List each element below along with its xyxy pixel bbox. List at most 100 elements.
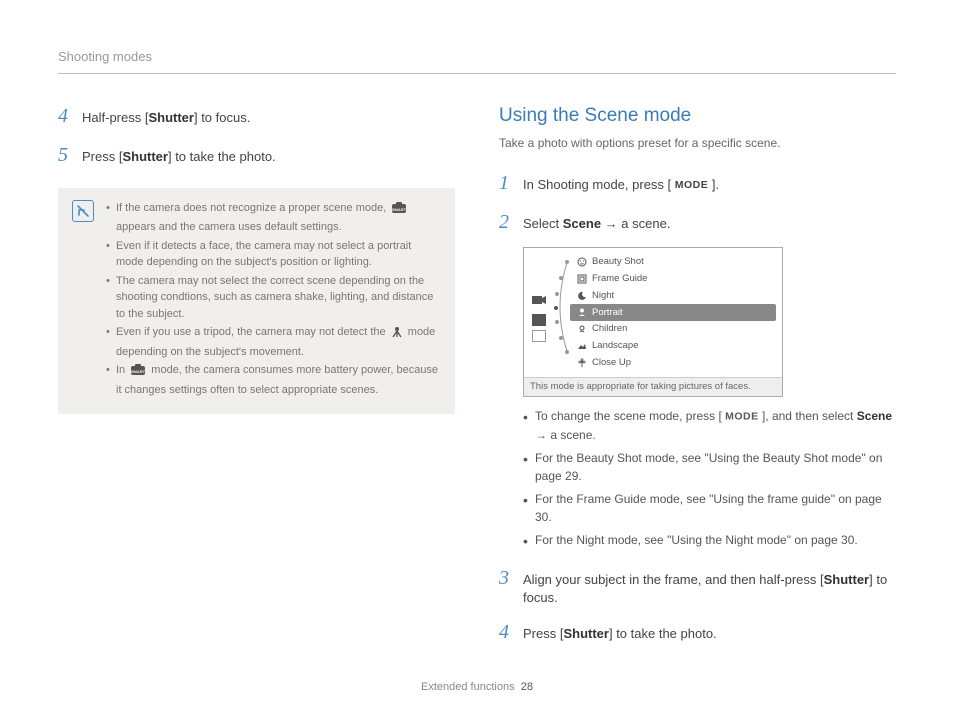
bold-text: Shutter bbox=[148, 110, 194, 125]
text: Press [ bbox=[82, 149, 122, 164]
text: To change the scene mode, press [ bbox=[535, 409, 725, 423]
portrait-icon bbox=[576, 307, 587, 318]
note-icon bbox=[72, 200, 94, 222]
tripod-icon bbox=[391, 326, 403, 344]
note-item: Even if you use a tripod, the camera may… bbox=[106, 324, 441, 360]
step-text: Press [Shutter] to take the photo. bbox=[82, 146, 276, 167]
scene-item-night: Night bbox=[570, 287, 776, 304]
footer-label: Extended functions bbox=[421, 681, 515, 693]
tips-list: To change the scene mode, press [ MODE ]… bbox=[523, 407, 896, 549]
scene-label: Portrait bbox=[592, 306, 623, 320]
face-icon bbox=[576, 257, 587, 268]
note-icon-wrap bbox=[72, 200, 94, 401]
note-item: In SMART mode, the camera consumes more … bbox=[106, 362, 441, 398]
scene-item-frame-guide: Frame Guide bbox=[570, 271, 776, 288]
bold-text: Scene bbox=[857, 409, 892, 423]
text: → a scene. bbox=[601, 216, 670, 231]
frame-icon bbox=[576, 273, 587, 284]
right-column: Using the Scene mode Take a photo with o… bbox=[499, 102, 896, 657]
text: appears and the camera uses default sett… bbox=[116, 221, 342, 233]
step-number: 5 bbox=[58, 141, 72, 170]
breadcrumb: Shooting modes bbox=[58, 48, 896, 67]
step-number: 3 bbox=[499, 564, 513, 593]
tip-item: For the Frame Guide mode, see "Using the… bbox=[523, 490, 896, 527]
note-box: If the camera does not recognize a prope… bbox=[58, 188, 455, 415]
text: If the camera does not recognize a prope… bbox=[116, 202, 389, 214]
video-icon bbox=[532, 295, 546, 311]
bold-text: Shutter bbox=[122, 149, 168, 164]
scene-item-portrait: Portrait bbox=[570, 304, 776, 321]
step-text: Half-press [Shutter] to focus. bbox=[82, 107, 250, 128]
step-3-right: 3 Align your subject in the frame, and t… bbox=[499, 564, 896, 609]
scene-item-beauty-shot: Beauty Shot bbox=[570, 254, 776, 271]
text: In Shooting mode, press [ bbox=[523, 177, 675, 192]
children-icon bbox=[576, 324, 587, 335]
step-text: Align your subject in the frame, and the… bbox=[523, 569, 896, 609]
text: mode, the camera consumes more battery p… bbox=[116, 364, 438, 396]
text: Align your subject in the frame, and the… bbox=[523, 572, 824, 587]
left-column: 4 Half-press [Shutter] to focus. 5 Press… bbox=[58, 102, 455, 657]
tip-item: To change the scene mode, press [ MODE ]… bbox=[523, 407, 896, 444]
step-text: Press [Shutter] to take the photo. bbox=[523, 623, 717, 644]
text: ] to take the photo. bbox=[168, 149, 276, 164]
note-item: If the camera does not recognize a prope… bbox=[106, 200, 441, 236]
landscape-icon bbox=[576, 340, 587, 351]
step-5-left: 5 Press [Shutter] to take the photo. bbox=[58, 141, 455, 170]
step-1-right: 1 In Shooting mode, press [ MODE ]. bbox=[499, 169, 896, 198]
scene-label: Children bbox=[592, 322, 627, 336]
mode-label: MODE bbox=[675, 179, 709, 191]
mode-label: MODE bbox=[725, 411, 759, 423]
bold-text: Scene bbox=[563, 216, 601, 231]
scene-mode-selected bbox=[532, 314, 546, 326]
text: Select bbox=[523, 216, 563, 231]
note-item: Even if it detects a face, the camera ma… bbox=[106, 238, 441, 271]
text: In bbox=[116, 364, 128, 376]
text: Half-press [ bbox=[82, 110, 148, 125]
scene-item-landscape: Landscape bbox=[570, 338, 776, 355]
bold-text: Shutter bbox=[824, 572, 870, 587]
text: Press [ bbox=[523, 626, 563, 641]
bold-text: Shutter bbox=[563, 626, 609, 641]
scene-label: Night bbox=[592, 289, 614, 303]
text: → a scene. bbox=[535, 428, 596, 442]
scene-hint: This mode is appropriate for taking pict… bbox=[524, 377, 782, 396]
text: Even if you use a tripod, the camera may… bbox=[116, 326, 389, 338]
step-number: 1 bbox=[499, 169, 513, 198]
step-text: Select Scene → a scene. bbox=[523, 213, 670, 234]
section-title: Using the Scene mode bbox=[499, 102, 896, 130]
scene-item-close-up: Close Up bbox=[570, 354, 776, 371]
page-number: 28 bbox=[521, 681, 533, 693]
text: ], and then select bbox=[759, 409, 857, 423]
scene-label: Frame Guide bbox=[592, 272, 647, 286]
note-list: If the camera does not recognize a prope… bbox=[106, 200, 441, 401]
text: ] to focus. bbox=[194, 110, 250, 125]
scene-mode-box bbox=[532, 330, 546, 342]
scene-label: Close Up bbox=[592, 356, 631, 370]
text: ] to take the photo. bbox=[609, 626, 717, 641]
section-subtitle: Take a photo with options preset for a s… bbox=[499, 135, 896, 152]
smart-icon: SMART bbox=[391, 202, 407, 220]
scene-label: Beauty Shot bbox=[592, 255, 644, 269]
scene-mode-icons bbox=[528, 252, 550, 373]
page-header: Shooting modes bbox=[58, 48, 896, 74]
content-columns: 4 Half-press [Shutter] to focus. 5 Press… bbox=[58, 102, 896, 657]
scene-body: Beauty Shot Frame Guide Night Portrait bbox=[524, 248, 782, 377]
scene-selector: Beauty Shot Frame Guide Night Portrait bbox=[523, 247, 783, 398]
scene-curve bbox=[550, 252, 570, 373]
step-4-right: 4 Press [Shutter] to take the photo. bbox=[499, 618, 896, 647]
step-4-left: 4 Half-press [Shutter] to focus. bbox=[58, 102, 455, 131]
svg-text:SMART: SMART bbox=[392, 207, 407, 212]
tip-item: For the Beauty Shot mode, see "Using the… bbox=[523, 449, 896, 486]
step-number: 4 bbox=[499, 618, 513, 647]
moon-icon bbox=[576, 290, 587, 301]
step-text: In Shooting mode, press [ MODE ]. bbox=[523, 174, 719, 195]
svg-text:SMART: SMART bbox=[131, 369, 146, 374]
note-item: The camera may not select the correct sc… bbox=[106, 273, 441, 323]
step-2-right: 2 Select Scene → a scene. bbox=[499, 208, 896, 237]
tip-item: For the Night mode, see "Using the Night… bbox=[523, 531, 896, 550]
step-number: 2 bbox=[499, 208, 513, 237]
step-number: 4 bbox=[58, 102, 72, 131]
flower-icon bbox=[576, 357, 587, 368]
scene-label: Landscape bbox=[592, 339, 638, 353]
text: ]. bbox=[708, 177, 719, 192]
